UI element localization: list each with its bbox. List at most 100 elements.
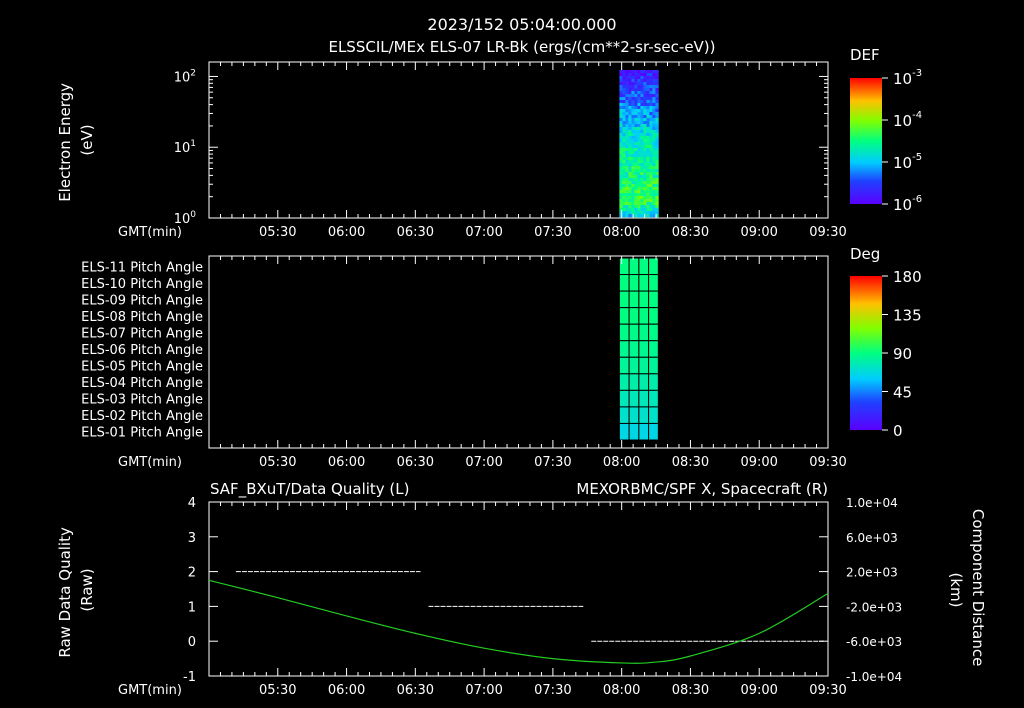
spectrogram-cell <box>619 151 623 155</box>
spectrogram-cell <box>646 127 650 131</box>
spectrogram-cell <box>628 151 632 155</box>
pitch-cell <box>628 373 640 391</box>
spectrogram-cell <box>637 178 641 182</box>
spectrogram-cell <box>649 157 653 161</box>
spectrogram-cell <box>640 193 644 197</box>
spectrogram-cell <box>640 103 644 107</box>
spectrogram-cell <box>649 118 653 122</box>
time-tick-label: 07:00 <box>465 683 502 698</box>
spectrogram-cell <box>637 190 641 194</box>
spectrogram-cell <box>640 91 644 95</box>
spectrogram-cell <box>625 115 629 119</box>
spectrogram-cell <box>622 118 626 122</box>
spectrogram-cell <box>655 112 659 116</box>
spectrogram-cell <box>652 136 656 140</box>
spectrogram-cell <box>640 130 644 134</box>
time-tick-label: 05:30 <box>259 225 296 240</box>
spectrogram-cell <box>643 151 647 155</box>
spectrogram-cell <box>646 139 650 143</box>
spectrogram-cell <box>643 148 647 152</box>
spectrogram-cell <box>631 136 635 140</box>
quality-panel: SAF_BXuT/Data Quality (L) MEXORBMC/SPF X… <box>56 480 987 698</box>
spectrogram-cell <box>637 208 641 212</box>
time-tick-label: 08:00 <box>603 225 640 240</box>
pitch-cell <box>618 373 630 391</box>
spectrogram-cell <box>619 163 623 167</box>
spectrogram-cell <box>625 76 629 80</box>
spectrogram-cell <box>655 154 659 158</box>
time-axis-label: GMT(min) <box>118 683 182 698</box>
quality-ylabel-right-line2: (km) <box>947 572 965 607</box>
spectrogram-cell <box>622 73 626 77</box>
spectrogram-cell <box>646 148 650 152</box>
spectrogram-cell <box>619 82 623 86</box>
pitch-row-label: ELS-07 Pitch Angle <box>81 326 203 341</box>
pitch-row-label: ELS-11 Pitch Angle <box>81 260 203 275</box>
spectrogram-cell <box>640 97 644 101</box>
spectrogram-cell <box>637 88 641 92</box>
spectrogram-cell <box>634 157 638 161</box>
spectrogram-cell <box>634 97 638 101</box>
spectrogram-cell <box>643 175 647 179</box>
energy-time-labels: GMT(min) 05:30 06:00 06:30 07:00 07:30 08:00 08… <box>118 225 847 240</box>
spectrogram-cell <box>628 79 632 83</box>
pitch-cell <box>648 290 659 309</box>
spectrogram-cell <box>622 157 626 161</box>
spectrogram-cell <box>643 187 647 191</box>
spectrogram-cell <box>634 106 638 110</box>
spectrogram-cell <box>643 94 647 98</box>
spectrogram-cell <box>649 172 653 176</box>
spectrogram-cell <box>625 172 629 176</box>
spectrogram-cell <box>619 166 623 170</box>
spectrogram-cell <box>643 73 647 77</box>
spectrogram-cell <box>640 88 644 92</box>
pitch-cell <box>628 356 640 375</box>
spectrogram-cell <box>628 178 632 182</box>
spectrogram-cell <box>637 187 641 191</box>
spectrogram-cell <box>634 175 638 179</box>
spectrogram-cell <box>649 214 653 218</box>
spectrogram-cell <box>631 160 635 164</box>
spectrogram-cell <box>640 82 644 86</box>
spectrogram-cell <box>625 121 629 125</box>
spectrogram-cell <box>652 121 656 125</box>
spectrogram-cell <box>628 145 632 149</box>
spectrogram-cell <box>640 115 644 119</box>
spectrogram-cell <box>625 211 629 215</box>
spectrogram-cell <box>637 172 641 176</box>
spectrogram-cell <box>622 187 626 191</box>
spectrogram-cell <box>652 100 656 104</box>
spectrogram-cell <box>631 73 635 77</box>
spectrogram-cell <box>628 118 632 122</box>
spectrogram-cell <box>628 175 632 179</box>
spectrogram-cell <box>649 139 653 143</box>
spectrogram-cell <box>655 142 659 146</box>
spectrogram-cell <box>625 187 629 191</box>
spectrogram-cell <box>619 121 623 125</box>
energy-colorbar-title: DEF <box>850 46 880 64</box>
spectrogram-cell <box>631 172 635 176</box>
spectrogram-cell <box>622 130 626 134</box>
spectrogram-cell <box>628 103 632 107</box>
spectrogram-cell <box>619 85 623 89</box>
time-tick-label: 08:30 <box>672 683 709 698</box>
spectrogram-cell <box>643 133 647 137</box>
spectrogram-cell <box>643 115 647 119</box>
spectrogram-cell <box>652 199 656 203</box>
spectrogram-cell <box>655 106 659 110</box>
spectrogram-cell <box>655 91 659 95</box>
spectrogram-cell <box>619 118 623 122</box>
spectrogram-cell <box>631 211 635 215</box>
spectrogram-cell <box>628 100 632 104</box>
time-axis-label: GMT(min) <box>118 225 182 240</box>
spectrogram-cell <box>619 109 623 113</box>
spectrogram-cell <box>625 91 629 95</box>
spectrogram-cell <box>649 169 653 173</box>
spectrogram-cell <box>622 76 626 80</box>
quality-ylabel-left-line1: Raw Data Quality <box>56 527 74 658</box>
tick-base: 10 <box>893 70 912 88</box>
spectrogram-cell <box>649 160 653 164</box>
spectrogram-cell <box>655 118 659 122</box>
spectrogram-cell <box>652 175 656 179</box>
spectrogram-cell <box>640 187 644 191</box>
